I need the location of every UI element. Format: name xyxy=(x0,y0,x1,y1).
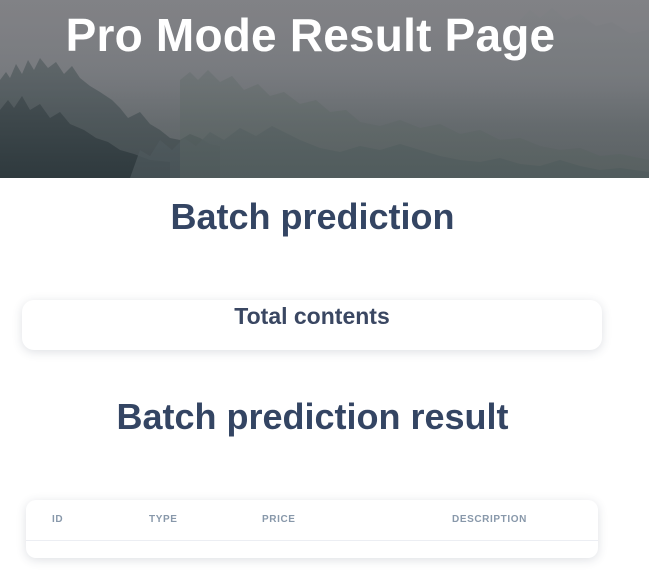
table-header-row: ID TYPE PRICE DESCRIPTION xyxy=(26,500,598,541)
page-title: Pro Mode Result Page xyxy=(65,9,556,61)
total-contents-card: Total contents xyxy=(22,300,602,350)
total-contents-heading: Total contents xyxy=(234,303,390,329)
batch-prediction-result-heading: Batch prediction result xyxy=(116,396,509,437)
hero-banner: Pro Mode Result Page xyxy=(0,0,649,178)
column-header-type: TYPE xyxy=(149,514,178,525)
column-header-id: ID xyxy=(52,514,64,525)
batch-prediction-heading: Batch prediction xyxy=(170,196,455,237)
column-header-price: PRICE xyxy=(262,514,296,525)
results-table: ID TYPE PRICE DESCRIPTION xyxy=(26,500,598,558)
column-header-description: DESCRIPTION xyxy=(452,514,527,525)
